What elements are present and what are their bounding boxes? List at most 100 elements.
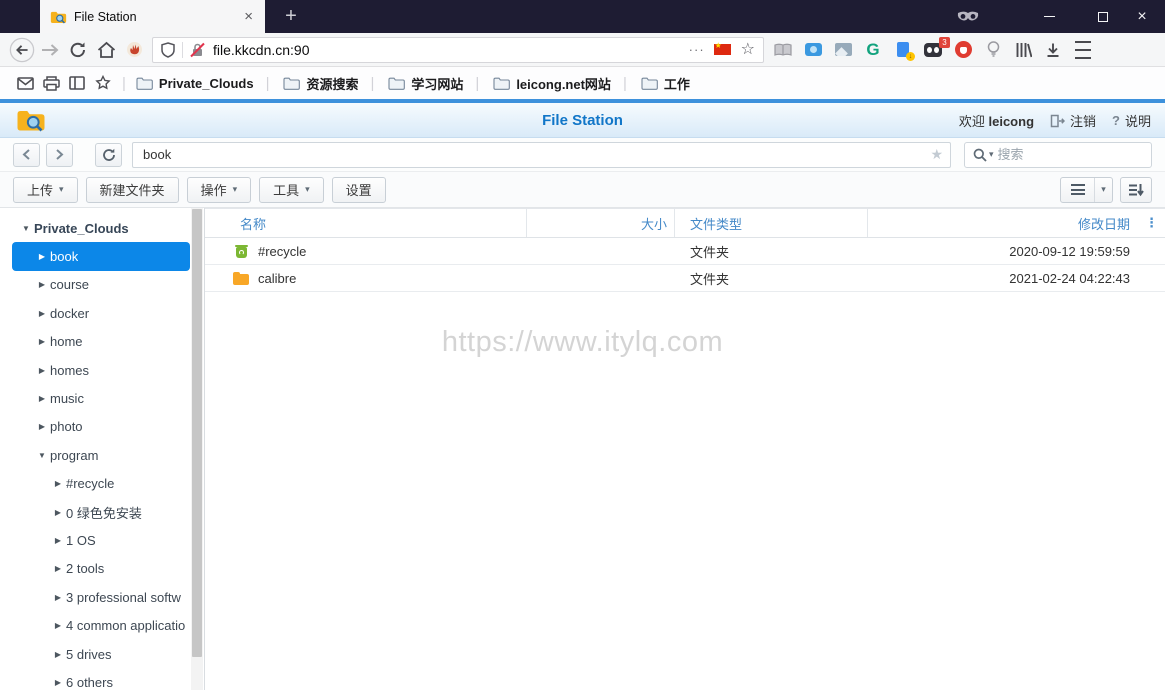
tree-arrow-icon[interactable]: ▶ <box>36 422 48 431</box>
lightbulb-extension-icon[interactable] <box>978 36 1008 64</box>
url-text[interactable]: file.kkcdn.cn:90 <box>213 42 689 58</box>
search-input[interactable] <box>997 147 1143 162</box>
sidebar-item-1-os[interactable]: ▶ 1 OS <box>12 526 190 554</box>
bookmark-folder[interactable]: 工作 <box>641 74 690 93</box>
file-row[interactable]: calibre 文件夹 2021-02-24 04:22:43 <box>205 265 1165 292</box>
tree-arrow-icon[interactable]: ▶ <box>52 536 64 545</box>
sidebar-item-0-[interactable]: ▶ 0 绿色免安装 <box>12 498 190 526</box>
insecure-lock-icon[interactable] <box>190 42 205 58</box>
tree-arrow-icon[interactable]: ▶ <box>52 593 64 602</box>
tree-expanded-icon[interactable]: ▼ <box>20 224 32 233</box>
window-close-button[interactable]: × <box>1119 0 1165 33</box>
bookmark-folder[interactable]: Private_Clouds | <box>136 75 276 92</box>
view-mode-caret-icon[interactable]: ▾ <box>1095 178 1112 202</box>
document-download-extension-icon[interactable]: ↓ <box>888 36 918 64</box>
sidebar-scrollbar-track[interactable] <box>191 208 203 690</box>
forward-button[interactable] <box>36 36 64 64</box>
path-input[interactable] <box>132 141 951 168</box>
path-field-wrap: ★ <box>132 141 951 168</box>
sidebar-item-photo[interactable]: ▶ photo <box>12 413 190 441</box>
new-folder-button[interactable]: 新建文件夹 <box>85 176 179 203</box>
sidebar-item-5-drives[interactable]: ▶ 5 drives <box>12 640 190 668</box>
sidebar-item-homes[interactable]: ▶ homes <box>12 356 190 384</box>
tools-button[interactable]: 工具 ▾ <box>259 176 324 203</box>
upload-button[interactable]: 上传 ▾ <box>13 176 78 203</box>
mask-extension-icon[interactable]: 3 <box>918 36 950 64</box>
favorite-star-icon[interactable]: ★ <box>930 146 943 163</box>
tree-arrow-icon[interactable]: ▶ <box>52 650 64 659</box>
sort-button[interactable] <box>1120 176 1152 203</box>
tree-arrow-icon[interactable]: ▶ <box>36 394 48 403</box>
adblock-extension-icon[interactable] <box>948 36 978 64</box>
sidebar-root-private-clouds[interactable]: ▼ Private_Clouds <box>12 214 190 242</box>
action-button[interactable]: 操作 ▾ <box>186 176 252 203</box>
sidebar-item-program[interactable]: ▼ program <box>12 441 190 469</box>
sidebar-item-book[interactable]: ▶ book <box>12 242 190 271</box>
bookmark-folder[interactable]: leicong.net网站 | <box>493 74 633 93</box>
fs-forward-button[interactable] <box>46 142 73 167</box>
fs-back-button[interactable] <box>13 142 40 167</box>
home-button[interactable] <box>92 36 120 64</box>
library-icon[interactable] <box>1008 36 1038 64</box>
sidebar-panel-icon[interactable] <box>64 71 90 95</box>
column-header-type[interactable]: 文件类型 <box>675 209 868 237</box>
list-view-icon[interactable] <box>1061 177 1095 202</box>
downloads-icon[interactable] <box>1038 36 1068 64</box>
sidebar-item-music[interactable]: ▶ music <box>12 384 190 412</box>
bookmark-folder[interactable]: 学习网站 | <box>388 74 485 93</box>
sidebar-item-2-tools[interactable]: ▶ 2 tools <box>12 555 190 583</box>
settings-button[interactable]: 设置 <box>331 176 386 203</box>
tree-arrow-icon[interactable]: ▶ <box>52 678 64 687</box>
url-bar[interactable]: file.kkcdn.cn:90 ··· ★ ☆ <box>152 36 764 63</box>
tree-arrow-icon[interactable]: ▶ <box>52 508 64 517</box>
search-scope-caret-icon[interactable]: ▾ <box>989 149 994 160</box>
reload-button[interactable] <box>64 36 92 64</box>
mail-icon[interactable] <box>12 71 38 95</box>
tree-arrow-icon[interactable]: ▶ <box>36 366 48 375</box>
bookmark-folder[interactable]: 资源搜索 | <box>283 74 380 93</box>
tree-arrow-icon[interactable]: ▶ <box>36 280 48 289</box>
help-link[interactable]: ? 说明 <box>1112 111 1151 130</box>
sidebar-item-#recycle[interactable]: ▶ #recycle <box>12 470 190 498</box>
view-mode-button[interactable]: ▾ <box>1060 176 1113 203</box>
tree-arrow-icon[interactable]: ▶ <box>36 337 48 346</box>
tab-close-icon[interactable]: × <box>240 7 257 26</box>
column-menu-icon[interactable]: ⋮ <box>1138 215 1165 231</box>
logout-link[interactable]: 注销 <box>1050 111 1096 130</box>
sidebar-item-docker[interactable]: ▶ docker <box>12 299 190 327</box>
sidebar-item-4-common-applicatio[interactable]: ▶ 4 common applicatio <box>12 611 190 639</box>
print-icon[interactable] <box>38 71 64 95</box>
bookmark-star-icon[interactable]: ☆ <box>741 41 755 58</box>
reading-list-extension-icon[interactable] <box>768 36 798 64</box>
translate-flag-icon[interactable]: ★ <box>713 41 731 55</box>
browser-tab[interactable]: File Station × <box>40 0 265 33</box>
column-header-size[interactable]: 大小 <box>527 209 675 237</box>
tree-arrow-icon[interactable]: ▼ <box>36 451 48 460</box>
page-actions-icon[interactable]: ··· <box>689 42 705 57</box>
sidebar-item-home[interactable]: ▶ home <box>12 328 190 356</box>
starred-bookmarks-icon[interactable] <box>90 71 116 95</box>
sidebar-item-3-professional-softw[interactable]: ▶ 3 professional softw <box>12 583 190 611</box>
file-row[interactable]: #recycle 文件夹 2020-09-12 19:59:59 <box>205 238 1165 265</box>
tree-arrow-icon[interactable]: ▶ <box>36 252 48 261</box>
back-button[interactable] <box>8 36 36 64</box>
tree-arrow-icon[interactable]: ▶ <box>52 564 64 573</box>
sidebar-item-6-others[interactable]: ▶ 6 others <box>12 668 190 690</box>
column-header-modified[interactable]: 修改日期 <box>868 214 1138 233</box>
extension-hand-icon[interactable] <box>120 36 148 64</box>
tree-arrow-icon[interactable]: ▶ <box>52 479 64 488</box>
search-box[interactable]: ▾ <box>964 141 1152 168</box>
sidebar-item-course[interactable]: ▶ course <box>12 271 190 299</box>
image-extension-icon[interactable] <box>828 36 858 64</box>
menu-hamburger-icon[interactable] <box>1068 36 1098 64</box>
window-minimize-button[interactable] <box>1026 0 1072 33</box>
shield-icon[interactable] <box>161 41 175 58</box>
fs-refresh-button[interactable] <box>95 142 122 167</box>
tree-arrow-icon[interactable]: ▶ <box>36 309 48 318</box>
camera-extension-icon[interactable] <box>798 36 828 64</box>
column-header-name[interactable]: 名称 <box>205 209 527 237</box>
green-g-extension-icon[interactable]: G <box>858 36 888 64</box>
tree-arrow-icon[interactable]: ▶ <box>52 621 64 630</box>
sidebar-scrollbar-thumb[interactable] <box>192 209 202 657</box>
new-tab-button[interactable]: + <box>278 4 304 28</box>
